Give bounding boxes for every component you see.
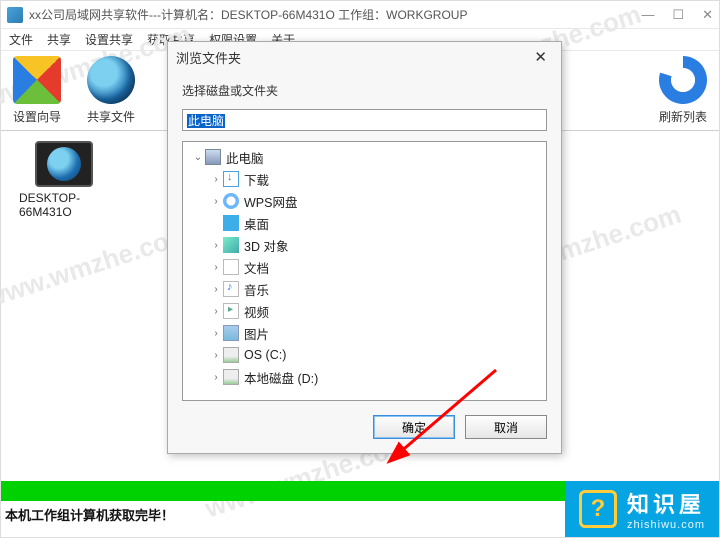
- monitor-icon: [35, 141, 93, 187]
- dialog-title-text: 浏览文件夹: [176, 48, 241, 67]
- folder-icon: [205, 149, 221, 165]
- dialog-label: 选择磁盘或文件夹: [182, 82, 547, 99]
- host-label: DESKTOP-66M431O: [19, 191, 109, 219]
- tree-node[interactable]: › 文档: [183, 256, 546, 278]
- expander-icon[interactable]: ›: [209, 284, 223, 295]
- tree-node-label: 音乐: [244, 280, 269, 299]
- tree-node[interactable]: › 下载: [183, 168, 546, 190]
- windows-flag-icon: [13, 56, 61, 104]
- folder-icon: [223, 325, 239, 341]
- tree-node[interactable]: 桌面: [183, 212, 546, 234]
- menu-share[interactable]: 共享: [47, 31, 71, 48]
- dialog-close-icon[interactable]: ✕: [528, 46, 553, 68]
- tree-node[interactable]: › 音乐: [183, 278, 546, 300]
- tree-node[interactable]: › OS (C:): [183, 344, 546, 366]
- folder-tree[interactable]: ⌄此电脑›下载›WPS网盘桌面›3D 对象›文档›音乐›视频›图片›OS (C:…: [182, 141, 547, 401]
- tool-wizard-label: 设置向导: [13, 108, 61, 125]
- refresh-icon: [659, 56, 707, 104]
- tree-node-label: 本地磁盘 (D:): [244, 368, 318, 387]
- app-icon: [7, 7, 23, 23]
- tree-node[interactable]: › 图片: [183, 322, 546, 344]
- tree-node[interactable]: › 3D 对象: [183, 234, 546, 256]
- expander-icon[interactable]: ›: [209, 262, 223, 273]
- path-input[interactable]: 此电脑: [182, 109, 547, 131]
- tool-refresh[interactable]: 刷新列表: [659, 56, 707, 125]
- folder-icon: [223, 303, 239, 319]
- site-badge: ? 知识屋 zhishiwu.com: [565, 481, 719, 537]
- tree-node[interactable]: › 本地磁盘 (D:): [183, 366, 546, 388]
- cancel-button[interactable]: 取消: [465, 415, 547, 439]
- folder-icon: [223, 193, 239, 209]
- maximize-button[interactable]: ☐: [672, 7, 684, 23]
- tree-node-label: 图片: [244, 324, 269, 343]
- tree-node-label: 3D 对象: [244, 236, 288, 255]
- folder-icon: [223, 281, 239, 297]
- host-item[interactable]: DESKTOP-66M431O: [19, 141, 109, 219]
- expander-icon[interactable]: ›: [209, 350, 223, 361]
- tree-node[interactable]: ⌄ 此电脑: [183, 146, 546, 168]
- tool-refresh-label: 刷新列表: [659, 108, 707, 125]
- window-title: xx公司局域网共享软件---计算机名：DESKTOP-66M431O 工作组：W…: [29, 6, 641, 23]
- tree-node[interactable]: › 视频: [183, 300, 546, 322]
- menu-file[interactable]: 文件: [9, 31, 33, 48]
- expander-icon[interactable]: ›: [209, 328, 223, 339]
- watermark: www.wmzhe.com: [0, 219, 195, 315]
- badge-sub: zhishiwu.com: [627, 519, 705, 531]
- expander-icon[interactable]: ›: [209, 372, 223, 383]
- tool-share-label: 共享文件: [87, 108, 135, 125]
- tool-wizard[interactable]: 设置向导: [13, 56, 61, 125]
- tree-node[interactable]: › WPS网盘: [183, 190, 546, 212]
- tree-node-label: 桌面: [244, 214, 269, 233]
- folder-icon: [223, 259, 239, 275]
- tree-node-label: WPS网盘: [244, 192, 297, 211]
- tree-node-label: 此电脑: [226, 148, 264, 167]
- minimize-button[interactable]: —: [641, 7, 654, 23]
- tool-share[interactable]: 共享文件: [87, 56, 135, 125]
- folder-icon: [223, 237, 239, 253]
- badge-title: 知识屋: [627, 487, 705, 519]
- tree-node-label: 下载: [244, 170, 269, 189]
- menu-share-settings[interactable]: 设置共享: [85, 31, 133, 48]
- folder-icon: [223, 171, 239, 187]
- titlebar: xx公司局域网共享软件---计算机名：DESKTOP-66M431O 工作组：W…: [1, 1, 719, 29]
- tree-node-label: OS (C:): [244, 348, 286, 362]
- status-text: 本机工作组计算机获取完毕！: [5, 505, 174, 524]
- tree-node-label: 视频: [244, 302, 269, 321]
- expander-icon[interactable]: ›: [209, 306, 223, 317]
- expander-icon[interactable]: ›: [209, 196, 223, 207]
- tree-node-label: 文档: [244, 258, 269, 277]
- globe-icon: [87, 56, 135, 104]
- expander-icon[interactable]: ›: [209, 240, 223, 251]
- close-button[interactable]: ✕: [702, 7, 713, 23]
- expander-icon[interactable]: ›: [209, 174, 223, 185]
- folder-icon: [223, 347, 239, 363]
- ok-button[interactable]: 确定: [373, 415, 455, 439]
- folder-icon: [223, 215, 239, 231]
- badge-icon: ?: [579, 490, 617, 528]
- expander-icon[interactable]: ⌄: [191, 152, 205, 163]
- folder-icon: [223, 369, 239, 385]
- browse-folder-dialog: 浏览文件夹 ✕ 选择磁盘或文件夹 此电脑 ⌄此电脑›下载›WPS网盘桌面›3D …: [167, 41, 562, 454]
